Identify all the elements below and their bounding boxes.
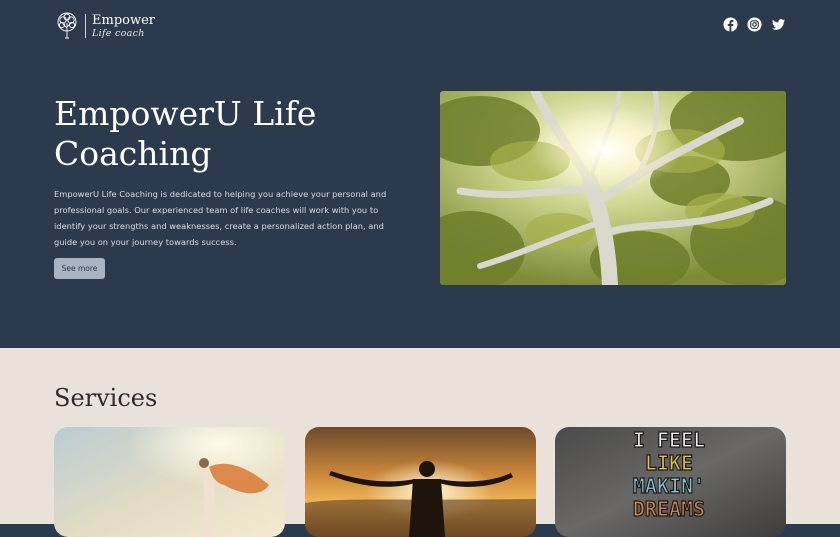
tree-logo-icon [57, 12, 77, 39]
service-card-man-sunset[interactable] [305, 427, 536, 537]
hero-title: EmpowerU Life Coaching [54, 94, 317, 173]
service-card-dreams[interactable]: I FEEL LIKE MAKIN' DREAMS [555, 427, 786, 537]
dreams-text-line-4: DREAMS [633, 497, 705, 521]
services-section: Services I FEEL LIKE MAKIN' DREAMS [0, 348, 840, 537]
i-feel-like-makin-dreams-photo: I FEEL LIKE MAKIN' DREAMS [555, 427, 786, 537]
man-arms-raised-sunset-photo [305, 427, 536, 537]
logo-tagline: Life coach [92, 27, 145, 39]
hero-section: Empower Life coach EmpowerU Life Coachin… [0, 0, 840, 348]
social-links [723, 17, 786, 32]
facebook-icon[interactable] [723, 17, 738, 32]
service-card-woman-scarf[interactable] [54, 427, 285, 537]
tree-canopy-image [440, 91, 786, 285]
logo-name: Empower [92, 12, 156, 28]
dreams-text-line-1: I FEEL [633, 428, 705, 452]
dreams-text-line-2: LIKE [645, 451, 693, 475]
hero-description: EmpowerU Life Coaching is dedicated to h… [54, 189, 387, 247]
dreams-text-line-3: MAKIN' [633, 474, 705, 498]
logo-text: Empower Life coach [92, 14, 155, 39]
logo-divider [85, 14, 86, 38]
twitter-icon[interactable] [771, 17, 786, 32]
woman-with-scarf-photo [54, 427, 285, 537]
services-title: Services [54, 384, 158, 412]
see-more-button[interactable]: See more [54, 258, 105, 279]
logo[interactable]: Empower Life coach [54, 12, 155, 40]
instagram-icon[interactable] [747, 17, 762, 32]
